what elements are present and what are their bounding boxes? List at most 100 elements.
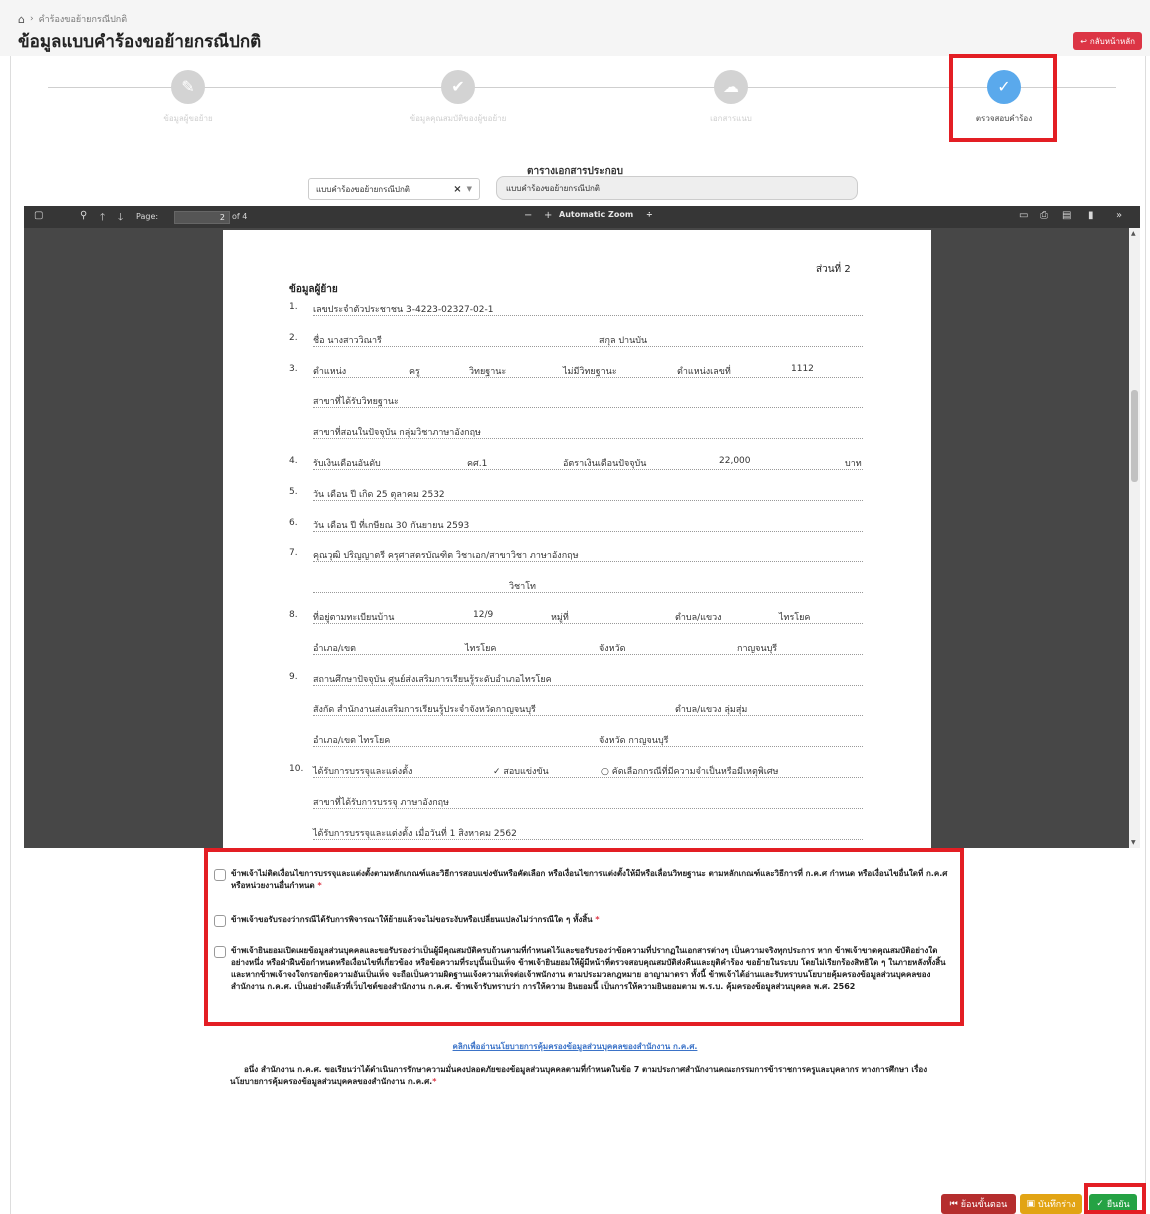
zoom-out-icon[interactable]: −	[524, 210, 532, 221]
row-field: ✓ สอบแข่งขัน	[493, 767, 549, 777]
skip-back-icon: ⏮	[949, 1199, 958, 1209]
page-number-input[interactable]: 2	[174, 211, 230, 224]
row-field: สาขาที่ได้รับการบรรจุ ภาษาอังกฤษ	[313, 797, 450, 808]
bookmark-icon[interactable]: ▮	[1088, 210, 1094, 221]
page-label: Page:	[136, 212, 159, 221]
row-field: ชื่อ นางสาววิณารี	[313, 335, 382, 346]
back-to-home-button[interactable]: ↩ กลับหน้าหลัก	[1073, 32, 1142, 50]
document-row: 9. สถานศึกษาปัจจุบัน ศูนย์ส่งเสริมการเรีย…	[289, 672, 863, 686]
row-field: ตำบล/แขวง	[675, 613, 722, 623]
document-select[interactable]: แบบคำร้องขอย้ายกรณีปกติ × ▼	[308, 178, 480, 200]
row-number: 6.	[289, 517, 298, 528]
step-label: ข้อมูลคุณสมบัติของผู้ขอย้าย	[409, 114, 507, 123]
document-row: สาขาที่สอนในปัจจุบัน กลุ่มวิชาภาษาอังกฤษ	[289, 425, 863, 440]
row-field: จังหวัด กาญจนบุรี	[599, 736, 669, 747]
row-field: วัน เดือน ปี ที่เกษียณ 30 กันยายน 2593	[313, 520, 470, 531]
dotted-underline	[313, 376, 863, 378]
row-field: กาญจนบุรี	[737, 643, 778, 654]
pdf-page: ส่วนที่ 2 ข้อมูลผู้ย้าย 1. เลขประจำตัวประ…	[223, 230, 931, 848]
scrollbar[interactable]: ▲ ▼	[1129, 228, 1140, 848]
previous-page-icon[interactable]: 🡑	[100, 210, 105, 227]
row-field: เลขประจำตัวประชาชน 3-4223-02327-02-1	[313, 305, 494, 315]
back-step-label: ย้อนขั้นตอน	[960, 1200, 1008, 1210]
page-title: ข้อมูลแบบคำร้องขอย้ายกรณีปกติ	[18, 32, 262, 52]
document-row: 2. ชื่อ นางสาววิณารี สกุล ปานบัน	[289, 333, 863, 347]
row-field: ไม่มีวิทยฐานะ	[563, 366, 617, 377]
row-field: ตำแหน่ง	[313, 366, 347, 377]
row-field: วิชาโท	[509, 582, 536, 593]
breadcrumb: ⌂ › คำร้องขอย้ายกรณีปกติ	[18, 12, 127, 26]
row-field: รับเงินเดือนอันดับ	[313, 459, 381, 469]
checkbox[interactable]	[214, 915, 226, 927]
save-icon: ▣	[1026, 1199, 1035, 1209]
row-field: 22,000	[719, 456, 751, 466]
row-field: อำเภอ/เขต	[313, 643, 356, 654]
row-field: สาขาที่สอนในปัจจุบัน กลุ่มวิชาภาษาอังกฤษ	[313, 428, 481, 439]
sidebar-toggle-icon[interactable]: ▢	[34, 210, 43, 221]
page-header: ⌂ › คำร้องขอย้ายกรณีปกติ ข้อมูลแบบคำร้อง…	[0, 0, 1150, 56]
chevron-down-icon: ÷	[645, 210, 653, 219]
save-draft-button[interactable]: ▣ บันทึกร่าง	[1020, 1194, 1082, 1214]
scroll-up-icon[interactable]: ▲	[1131, 230, 1136, 237]
print-icon[interactable]: ⎙	[1040, 210, 1048, 221]
return-icon: ↩	[1080, 36, 1087, 46]
row-number: 1.	[289, 302, 298, 312]
scroll-down-icon[interactable]: ▼	[1131, 839, 1136, 846]
checkbox[interactable]	[214, 869, 226, 881]
row-number: 5.	[289, 486, 298, 497]
document-section-heading: ข้อมูลผู้ย้าย	[289, 284, 338, 295]
checkbox[interactable]	[214, 946, 226, 958]
declaration-2[interactable]: ข้าพเจ้าขอรับรองว่ากรณีได้รับการพิจารณาใ…	[214, 914, 954, 927]
row-field: ที่อยู่ตามทะเบียนบ้าน	[313, 613, 395, 623]
step-applicant-info[interactable]: ✎ ข้อมูลผู้ขอย้าย	[108, 70, 268, 125]
row-field: ○ คัดเลือกกรณีที่มีความจำเป็นหรือมีเหตุพ…	[601, 767, 779, 777]
breadcrumb-current[interactable]: คำร้องขอย้ายกรณีปกติ	[39, 12, 128, 26]
document-row: 7. คุณวุฒิ ปริญญาตรี ครุศาสตรบัณฑิต วิชาเ…	[289, 548, 863, 563]
user-edit-icon: ✎	[171, 70, 205, 104]
cloud-download-icon: ☁	[714, 70, 748, 104]
dotted-underline	[313, 407, 863, 409]
document-row: อำเภอ/เขต ไทรโยค จังหวัด กาญจนบุรี	[289, 641, 863, 655]
dotted-underline	[313, 807, 863, 809]
step-label: ข้อมูลผู้ขอย้าย	[163, 114, 213, 123]
row-field: สกุล ปานบัน	[599, 335, 648, 346]
row-number: 4.	[289, 456, 298, 466]
download-icon[interactable]: ▤	[1062, 210, 1071, 221]
clear-icon[interactable]: ×	[453, 184, 461, 195]
dotted-underline	[313, 623, 863, 624]
dotted-underline	[313, 592, 863, 594]
next-page-icon[interactable]: 🡓	[118, 210, 123, 227]
step-attachments[interactable]: ☁ เอกสารแนบ	[651, 70, 811, 125]
back-step-button[interactable]: ⏮ ย้อนขั้นตอน	[941, 1194, 1016, 1214]
zoom-select[interactable]: Automatic Zoom ÷	[559, 210, 677, 224]
row-field: วัน เดือน ปี เกิด 25 ตุลาคม 2532	[313, 489, 445, 500]
search-icon[interactable]: ⚲	[80, 210, 87, 221]
step-qualifications[interactable]: ✔ ข้อมูลคุณสมบัติของผู้ขอย้าย	[378, 70, 538, 125]
row-field: ตำบล/แขวง ลุ่มสุ่ม	[675, 705, 748, 716]
row-field: อำเภอ/เขต ไทรโยค	[313, 736, 391, 747]
document-row: 4. รับเงินเดือนอันดับ คศ.1 อัตราเงินเดือนปั…	[289, 456, 863, 470]
document-row: 6. วัน เดือน ปี ที่เกษียณ 30 กันยายน 2593	[289, 517, 863, 532]
declaration-3[interactable]: ข้าพเจ้ายินยอมเปิดเผยข้อมูลส่วนบุคคลและข…	[214, 945, 954, 993]
tools-icon[interactable]: »	[1116, 210, 1122, 221]
dotted-underline	[313, 499, 863, 501]
highlight-box-confirm	[1084, 1183, 1146, 1214]
privacy-notice: อนึ่ง สำนักงาน ก.ค.ศ. ขอเรียนว่าได้ดำเนิ…	[230, 1065, 928, 1086]
row-field: ไทรโยค	[465, 643, 497, 654]
dotted-underline	[313, 838, 863, 840]
presentation-icon[interactable]: ▭	[1019, 210, 1028, 221]
dotted-underline	[313, 653, 863, 655]
home-icon[interactable]: ⌂	[18, 13, 25, 26]
step-label: เอกสารแนบ	[710, 114, 752, 123]
zoom-in-icon[interactable]: +	[544, 210, 552, 221]
scroll-thumb[interactable]	[1131, 390, 1138, 482]
user-check-icon: ✔	[441, 70, 475, 104]
privacy-policy-link[interactable]: คลิกเพื่ออ่านนโยบายการคุ้มครองข้อมูลส่วน…	[0, 1040, 1150, 1053]
dotted-underline	[313, 777, 863, 778]
document-row: 5. วัน เดือน ปี เกิด 25 ตุลาคม 2532	[289, 486, 863, 501]
chevron-down-icon[interactable]: ▼	[467, 185, 472, 193]
declaration-1[interactable]: ข้าพเจ้าไม่ติดเงื่อนไขการบรรจุและแต่งตั้…	[214, 868, 954, 892]
document-part: ส่วนที่ 2	[816, 264, 851, 275]
document-select-value: แบบคำร้องขอย้ายกรณีปกติ	[316, 184, 410, 194]
document-row: 10. ได้รับการบรรจุและแต่งตั้ง ✓ สอบแข่งขัน…	[289, 764, 863, 778]
